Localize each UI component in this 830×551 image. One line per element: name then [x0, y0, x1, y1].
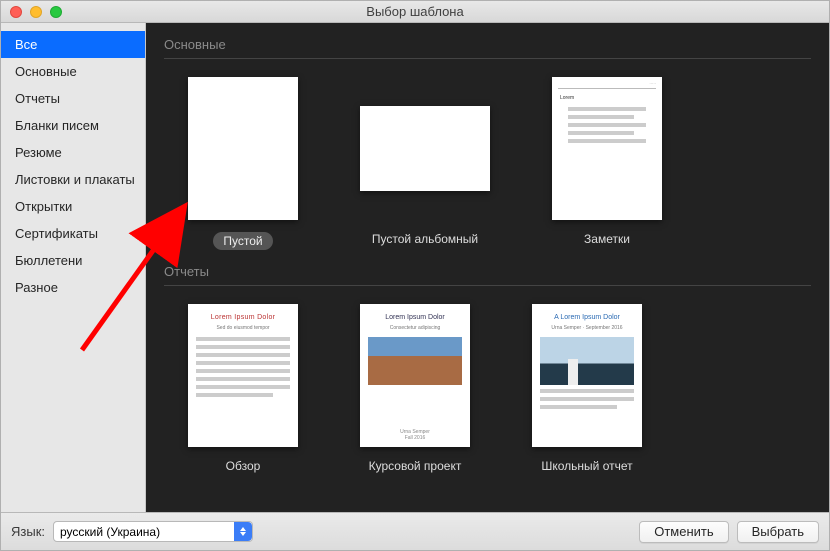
close-icon[interactable]: [10, 6, 22, 18]
template-grid-basic: Пустой Пустой альбомный ····· Lorem: [164, 77, 811, 250]
footer-bar: Язык: русский (Украина) Отменить Выбрать: [1, 512, 829, 550]
template-thumb: [188, 77, 298, 220]
template-notes[interactable]: ····· Lorem Заметки: [552, 77, 662, 250]
template-term-paper[interactable]: Lorem Ipsum Dolor Consectetur adipiscing…: [360, 304, 470, 473]
template-thumb: Lorem Ipsum Dolor Sed do eiusmod tempor: [188, 304, 298, 447]
template-label: Пустой: [213, 232, 272, 250]
zoom-icon[interactable]: [50, 6, 62, 18]
sidebar-item-resumes[interactable]: Резюме: [1, 139, 145, 166]
sidebar-item-newsletters[interactable]: Бюллетени: [1, 247, 145, 274]
template-school-report[interactable]: A Lorem Ipsum Dolor Urna Semper · Septem…: [532, 304, 642, 473]
choose-button[interactable]: Выбрать: [737, 521, 819, 543]
template-label: Заметки: [584, 232, 630, 246]
template-label: Школьный отчет: [541, 459, 632, 473]
minimize-icon[interactable]: [30, 6, 42, 18]
language-label: Язык:: [11, 524, 45, 539]
sidebar-item-certificates[interactable]: Сертификаты: [1, 220, 145, 247]
section-divider: [164, 285, 811, 286]
sidebar-item-reports[interactable]: Отчеты: [1, 85, 145, 112]
template-blank[interactable]: Пустой: [188, 77, 298, 250]
template-thumb: [360, 106, 490, 191]
template-thumb: A Lorem Ipsum Dolor Urna Semper · Septem…: [532, 304, 642, 447]
sidebar-item-letters[interactable]: Бланки писем: [1, 112, 145, 139]
sidebar-item-basic[interactable]: Основные: [1, 58, 145, 85]
sidebar-item-flyers[interactable]: Листовки и плакаты: [1, 166, 145, 193]
section-title-reports: Отчеты: [164, 250, 811, 285]
window-controls: [1, 6, 62, 18]
template-essay[interactable]: Lorem Ipsum Dolor Sed do eiusmod tempor …: [188, 304, 298, 473]
language-value: русский (Украина): [60, 525, 160, 539]
sidebar: Все Основные Отчеты Бланки писем Резюме …: [1, 23, 146, 512]
template-blank-landscape[interactable]: Пустой альбомный: [360, 77, 490, 250]
titlebar: Выбор шаблона: [1, 1, 829, 23]
cancel-button[interactable]: Отменить: [639, 521, 728, 543]
template-thumb: ····· Lorem: [552, 77, 662, 220]
template-label: Обзор: [226, 459, 261, 473]
chevron-updown-icon: [234, 522, 252, 541]
sidebar-item-all[interactable]: Все: [1, 31, 145, 58]
language-select[interactable]: русский (Украина): [53, 521, 253, 542]
section-title-basic: Основные: [164, 23, 811, 58]
section-divider: [164, 58, 811, 59]
template-gallery[interactable]: Основные Пустой Пустой альбомный ····· L…: [146, 23, 829, 512]
template-chooser-window: Выбор шаблона Все Основные Отчеты Бланки…: [0, 0, 830, 551]
template-label: Курсовой проект: [369, 459, 462, 473]
window-title: Выбор шаблона: [1, 4, 829, 19]
sidebar-item-misc[interactable]: Разное: [1, 274, 145, 301]
template-label: Пустой альбомный: [372, 232, 478, 246]
main-split: Все Основные Отчеты Бланки писем Резюме …: [1, 23, 829, 512]
sidebar-item-cards[interactable]: Открытки: [1, 193, 145, 220]
template-thumb: Lorem Ipsum Dolor Consectetur adipiscing…: [360, 304, 470, 447]
template-grid-reports: Lorem Ipsum Dolor Sed do eiusmod tempor …: [164, 304, 811, 512]
